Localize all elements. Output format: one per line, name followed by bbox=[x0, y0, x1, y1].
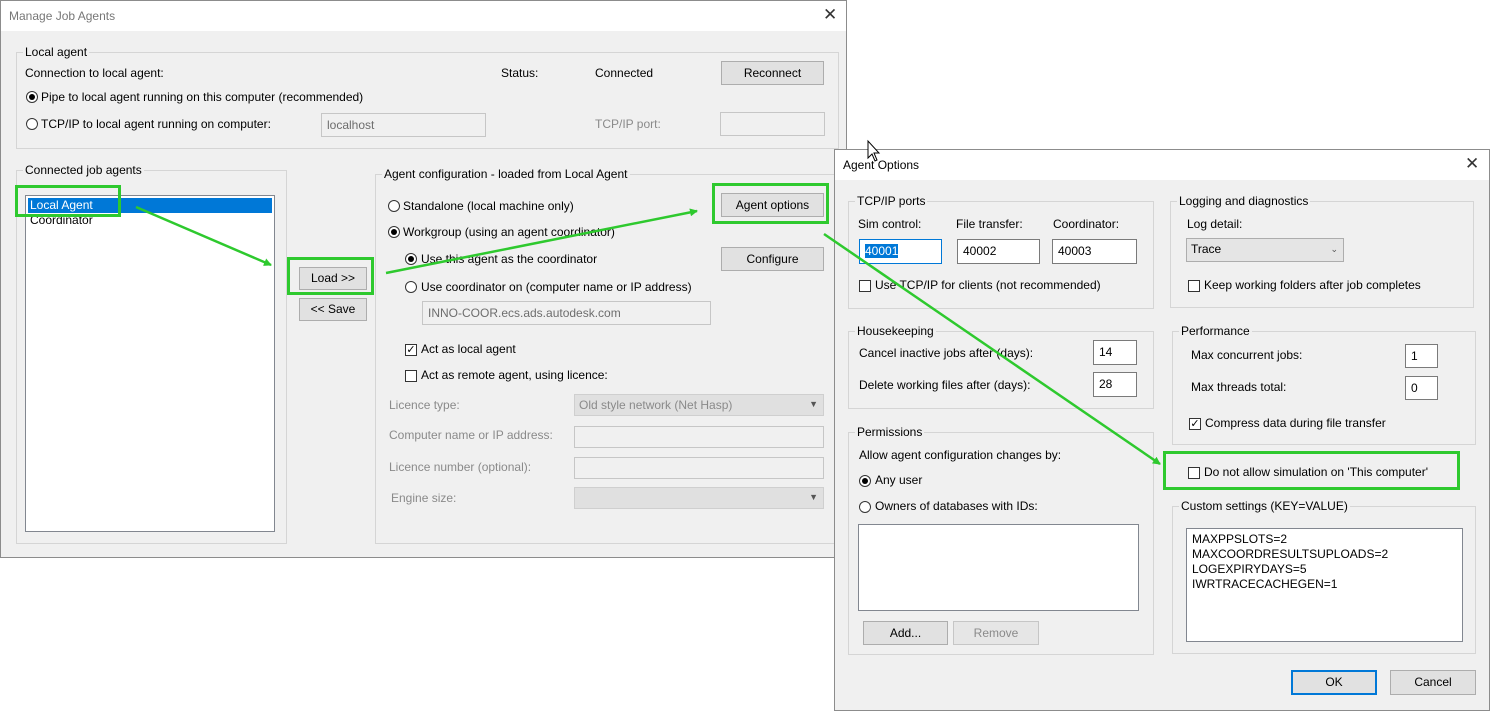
custom-setting-line: IWRTRACECACHEGEN=1 bbox=[1192, 577, 1338, 591]
cancel-inactive-field[interactable]: 14 bbox=[1093, 340, 1137, 365]
tcp-host-field[interactable]: localhost bbox=[321, 113, 486, 137]
allow-changes-label: Allow agent configuration changes by: bbox=[859, 448, 1062, 462]
use-tcp-checkbox[interactable] bbox=[859, 280, 871, 292]
licence-number-label: Licence number (optional): bbox=[389, 460, 532, 474]
group-title: Logging and diagnostics bbox=[1177, 194, 1311, 208]
remove-button[interactable]: Remove bbox=[953, 621, 1039, 645]
use-tcp-label: Use TCP/IP for clients (not recommended) bbox=[875, 278, 1101, 292]
group-title: Connected job agents bbox=[23, 163, 144, 177]
engine-size-label: Engine size: bbox=[391, 491, 457, 505]
custom-setting-line: MAXPPSLOTS=2 bbox=[1192, 532, 1288, 546]
workgroup-radio[interactable] bbox=[388, 226, 400, 238]
engine-size-select[interactable]: ▼ bbox=[574, 487, 824, 509]
pipe-option-label: Pipe to local agent running on this comp… bbox=[41, 90, 364, 104]
ok-button[interactable]: OK bbox=[1291, 670, 1377, 695]
tcp-radio[interactable] bbox=[26, 118, 38, 130]
log-detail-label: Log detail: bbox=[1187, 217, 1243, 231]
sim-control-field[interactable]: 40001 bbox=[859, 239, 942, 264]
title-bar: Manage Job Agents ✕ bbox=[1, 1, 846, 31]
use-coordinator-on-label: Use coordinator on (computer name or IP … bbox=[421, 280, 692, 294]
highlight-local-agent bbox=[15, 185, 121, 217]
licence-type-select[interactable]: Old style network (Net Hasp) ▼ bbox=[574, 394, 824, 416]
group-title: Performance bbox=[1179, 324, 1252, 338]
act-local-checkbox[interactable]: ✓ bbox=[405, 344, 417, 356]
database-ids-list[interactable] bbox=[858, 524, 1139, 611]
cancel-inactive-label: Cancel inactive jobs after (days): bbox=[859, 346, 1034, 360]
act-local-label: Act as local agent bbox=[421, 342, 516, 356]
computer-name-field[interactable] bbox=[574, 426, 824, 448]
close-icon[interactable]: ✕ bbox=[1465, 154, 1479, 174]
file-transfer-field[interactable]: 40002 bbox=[957, 239, 1040, 264]
group-title: Custom settings (KEY=VALUE) bbox=[1179, 499, 1350, 513]
log-detail-value: Trace bbox=[1191, 242, 1222, 256]
max-threads-field[interactable]: 0 bbox=[1405, 376, 1438, 400]
status-label: Status: bbox=[501, 66, 539, 80]
custom-setting-line: MAXCOORDRESULTSUPLOADS=2 bbox=[1192, 547, 1389, 561]
connection-label: Connection to local agent: bbox=[25, 66, 164, 80]
connected-agents-list[interactable]: Local Agent Coordinator bbox=[25, 195, 275, 532]
delete-working-field[interactable]: 28 bbox=[1093, 372, 1137, 397]
act-remote-checkbox[interactable] bbox=[405, 370, 417, 382]
tcp-port-field[interactable] bbox=[720, 112, 825, 136]
tcp-option-label: TCP/IP to local agent running on compute… bbox=[41, 117, 271, 131]
use-this-coordinator-label: Use this agent as the coordinator bbox=[421, 252, 598, 266]
chevron-down-icon: ▼ bbox=[809, 492, 818, 502]
licence-type-label: Licence type: bbox=[389, 398, 460, 412]
group-title: Permissions bbox=[855, 425, 925, 439]
log-detail-select[interactable]: Trace ⌄ bbox=[1186, 238, 1344, 262]
chevron-down-icon: ⌄ bbox=[1330, 244, 1338, 254]
keep-folders-checkbox[interactable] bbox=[1188, 280, 1200, 292]
use-this-coordinator-radio[interactable] bbox=[405, 253, 417, 265]
title-bar: Agent Options ✕ bbox=[835, 150, 1489, 180]
save-button[interactable]: << Save bbox=[299, 298, 367, 321]
status-value: Connected bbox=[595, 66, 654, 80]
licence-type-value: Old style network (Net Hasp) bbox=[579, 398, 733, 412]
use-coordinator-on-radio[interactable] bbox=[405, 281, 417, 293]
dialog-title: Agent Options bbox=[843, 158, 920, 172]
licence-number-field[interactable] bbox=[574, 457, 824, 479]
cancel-button[interactable]: Cancel bbox=[1390, 670, 1476, 695]
delete-working-label: Delete working files after (days): bbox=[859, 378, 1031, 392]
close-icon[interactable]: ✕ bbox=[823, 5, 837, 25]
owners-label: Owners of databases with IDs: bbox=[875, 499, 1038, 513]
owners-radio[interactable] bbox=[859, 501, 871, 513]
coordinator-port-label: Coordinator: bbox=[1053, 217, 1120, 231]
add-button[interactable]: Add... bbox=[863, 621, 948, 645]
group-title: Local agent bbox=[23, 45, 90, 59]
sim-control-label: Sim control: bbox=[858, 217, 922, 231]
file-transfer-label: File transfer: bbox=[956, 217, 1023, 231]
tcp-port-label: TCP/IP port: bbox=[595, 117, 661, 131]
keep-folders-label: Keep working folders after job completes bbox=[1204, 278, 1421, 292]
group-title: Agent configuration - loaded from Local … bbox=[382, 167, 630, 181]
custom-setting-line: LOGEXPIRYDAYS=5 bbox=[1192, 562, 1307, 576]
workgroup-label: Workgroup (using an agent coordinator) bbox=[403, 225, 615, 239]
coordinator-address-field[interactable]: INNO-COOR.ecs.ads.autodesk.com bbox=[422, 301, 711, 325]
standalone-radio[interactable] bbox=[388, 200, 400, 212]
compress-checkbox[interactable]: ✓ bbox=[1189, 418, 1201, 430]
custom-settings-field[interactable]: MAXPPSLOTS=2 MAXCOORDRESULTSUPLOADS=2 LO… bbox=[1186, 528, 1463, 642]
highlight-no-simulation bbox=[1163, 451, 1460, 490]
computer-name-label: Computer name or IP address: bbox=[389, 428, 553, 442]
dialog-title: Manage Job Agents bbox=[9, 9, 116, 23]
coordinator-port-field[interactable]: 40003 bbox=[1052, 239, 1137, 264]
max-jobs-label: Max concurrent jobs: bbox=[1191, 348, 1303, 362]
any-user-radio[interactable] bbox=[859, 475, 871, 487]
chevron-down-icon: ▼ bbox=[809, 399, 818, 409]
sim-control-value: 40001 bbox=[865, 244, 899, 258]
reconnect-button[interactable]: Reconnect bbox=[721, 61, 824, 85]
pipe-radio[interactable] bbox=[26, 91, 38, 103]
highlight-load-button bbox=[287, 257, 374, 295]
highlight-agent-options bbox=[712, 183, 829, 224]
agent-options-dialog: Agent Options ✕ TCP/IP ports Sim control… bbox=[834, 149, 1490, 711]
manage-job-agents-dialog: Manage Job Agents ✕ Local agent Connecti… bbox=[0, 0, 847, 558]
group-title: Housekeeping bbox=[855, 324, 936, 338]
max-threads-label: Max threads total: bbox=[1191, 380, 1287, 394]
max-jobs-field[interactable]: 1 bbox=[1405, 344, 1438, 368]
group-title: TCP/IP ports bbox=[855, 194, 928, 208]
compress-label: Compress data during file transfer bbox=[1205, 416, 1386, 430]
act-remote-label: Act as remote agent, using licence: bbox=[421, 368, 608, 382]
configure-button[interactable]: Configure bbox=[721, 247, 824, 271]
any-user-label: Any user bbox=[875, 473, 923, 487]
standalone-label: Standalone (local machine only) bbox=[403, 199, 574, 213]
